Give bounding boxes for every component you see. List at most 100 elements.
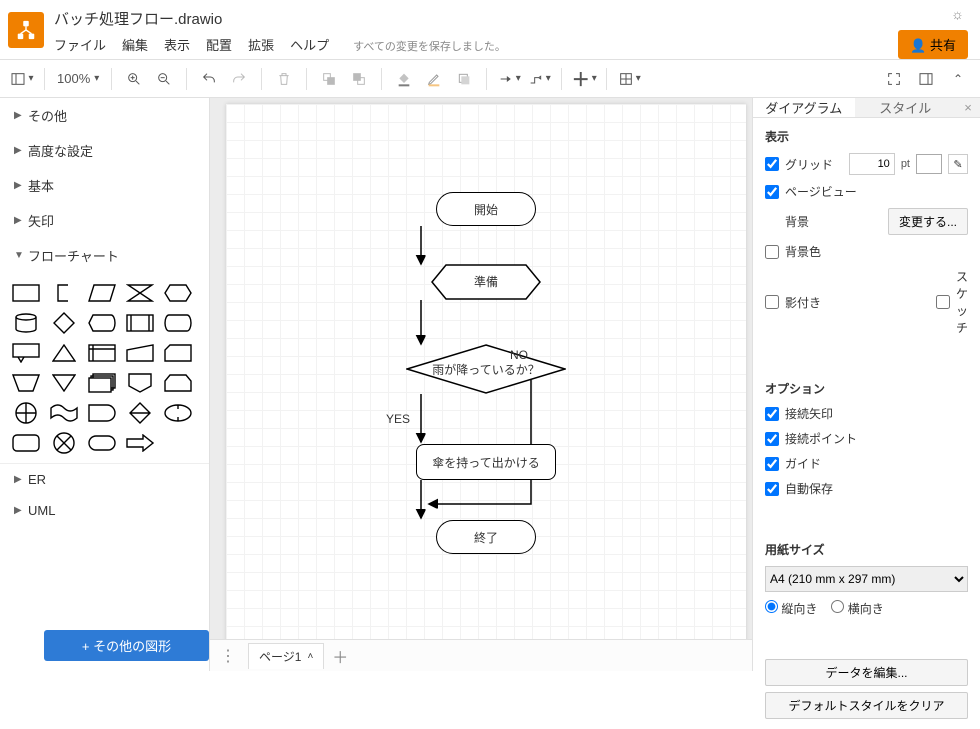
conn-points-checkbox[interactable]: [765, 432, 779, 446]
undo-button[interactable]: [195, 65, 223, 93]
fill-color-button[interactable]: [390, 65, 418, 93]
connection-button[interactable]: ▾: [495, 65, 523, 93]
shadow-button[interactable]: [450, 65, 478, 93]
shape-bracket[interactable]: [48, 281, 80, 305]
menu-help[interactable]: ヘルプ: [290, 35, 329, 54]
category-advanced[interactable]: ▶高度な設定: [0, 133, 209, 168]
collapse-button[interactable]: ⌃: [944, 65, 972, 93]
shape-triangle[interactable]: [48, 341, 80, 365]
node-start[interactable]: 開始: [436, 192, 536, 226]
tab-style[interactable]: スタイル: [855, 98, 957, 117]
zoom-in-button[interactable]: [120, 65, 148, 93]
menu-view[interactable]: 表示: [164, 35, 190, 54]
category-other[interactable]: ▶その他: [0, 98, 209, 133]
menu-edit[interactable]: 編集: [122, 35, 148, 54]
clear-style-button[interactable]: デフォルトスタイルをクリア: [765, 692, 968, 719]
grid-color-edit[interactable]: ✎: [948, 154, 968, 174]
to-front-button[interactable]: [315, 65, 343, 93]
orientation-landscape[interactable]: 横向き: [831, 600, 883, 617]
menu-extras[interactable]: 拡張: [248, 35, 274, 54]
node-process[interactable]: 傘を持って出かける: [416, 444, 556, 480]
shape-callout[interactable]: [10, 341, 42, 365]
grid-color-chip[interactable]: [916, 154, 942, 174]
pages-menu-button[interactable]: ⋮: [216, 646, 240, 666]
node-preparation[interactable]: 準備: [431, 264, 541, 298]
more-shapes-button[interactable]: + その他の図形: [44, 630, 209, 661]
shape-or[interactable]: [48, 431, 80, 455]
shape-subroutine[interactable]: [124, 311, 156, 335]
shape-arrow-right[interactable]: [124, 431, 156, 455]
shape-hourglass[interactable]: [124, 281, 156, 305]
table-button[interactable]: ▾: [615, 65, 643, 93]
category-uml[interactable]: ▶UML: [0, 495, 209, 526]
node-end[interactable]: 終了: [436, 520, 536, 554]
insert-button[interactable]: ＋▾: [570, 65, 598, 93]
toggle-sidebar-button[interactable]: ▾: [8, 65, 36, 93]
shape-triangle-down[interactable]: [48, 371, 80, 395]
shape-trapezoid-down[interactable]: [10, 371, 42, 395]
shape-manual-input[interactable]: [124, 341, 156, 365]
node-decision[interactable]: 雨が降っているか？: [406, 344, 566, 394]
share-button[interactable]: 👤 共有: [898, 30, 968, 59]
add-page-button[interactable]: ＋: [332, 644, 348, 668]
format-panel-toggle[interactable]: [912, 65, 940, 93]
grid-checkbox[interactable]: [765, 157, 779, 171]
shape-rounded-rect[interactable]: [10, 431, 42, 455]
shape-capsule[interactable]: [86, 431, 118, 455]
appearance-icon[interactable]: ☼: [951, 6, 964, 22]
menu-file[interactable]: ファイル: [54, 35, 106, 54]
grid-size-input[interactable]: [849, 153, 895, 175]
shadow-checkbox[interactable]: [765, 295, 779, 309]
delete-button[interactable]: [270, 65, 298, 93]
portrait-radio[interactable]: [765, 600, 778, 613]
shape-offpage[interactable]: [124, 371, 156, 395]
sketch-checkbox[interactable]: [936, 295, 950, 309]
conn-arrows-checkbox[interactable]: [765, 407, 779, 421]
edit-data-button[interactable]: データを編集...: [765, 659, 968, 686]
edge-label-no[interactable]: NO: [510, 348, 528, 362]
landscape-radio[interactable]: [831, 600, 844, 613]
edge-label-yes[interactable]: YES: [386, 412, 410, 426]
zoom-out-button[interactable]: [150, 65, 178, 93]
line-color-button[interactable]: [420, 65, 448, 93]
page[interactable]: 開始 準備 雨が降っているか？ YES NO 傘を持って出かける 終了: [226, 104, 746, 639]
category-flowchart[interactable]: ▼フローチャート: [0, 238, 209, 273]
page-view-checkbox[interactable]: [765, 185, 779, 199]
shape-delay[interactable]: [86, 401, 118, 425]
orientation-portrait[interactable]: 縦向き: [765, 600, 817, 617]
shape-diamond[interactable]: [48, 311, 80, 335]
category-er[interactable]: ▶ER: [0, 464, 209, 495]
page-tab-1[interactable]: ページ1˄: [248, 643, 324, 669]
shape-card[interactable]: [162, 341, 194, 365]
to-back-button[interactable]: [345, 65, 373, 93]
redo-button[interactable]: [225, 65, 253, 93]
waypoint-button[interactable]: ▾: [525, 65, 553, 93]
background-change-button[interactable]: 変更する...: [888, 208, 968, 235]
guides-checkbox[interactable]: [765, 457, 779, 471]
shape-multidoc[interactable]: [86, 371, 118, 395]
shape-hexagon-flat[interactable]: [162, 281, 194, 305]
shape-sort[interactable]: [124, 401, 156, 425]
menu-arrange[interactable]: 配置: [206, 35, 232, 54]
document-title[interactable]: バッチ処理フロー.drawio: [54, 8, 506, 29]
shape-rect[interactable]: [10, 281, 42, 305]
shape-display[interactable]: [86, 311, 118, 335]
tab-diagram[interactable]: ダイアグラム: [753, 98, 855, 117]
fullscreen-button[interactable]: [880, 65, 908, 93]
shape-tape[interactable]: [48, 401, 80, 425]
category-arrows[interactable]: ▶矢印: [0, 203, 209, 238]
bg-color-checkbox[interactable]: [765, 245, 779, 259]
shape-cylinder[interactable]: [10, 311, 42, 335]
shape-loop-limit[interactable]: [162, 371, 194, 395]
panel-close-button[interactable]: ×: [956, 98, 980, 117]
shape-storage[interactable]: [162, 311, 194, 335]
shape-summing[interactable]: [10, 401, 42, 425]
shape-merge-arrow[interactable]: [162, 401, 194, 425]
autosave-checkbox[interactable]: [765, 482, 779, 496]
paper-size-select[interactable]: A4 (210 mm x 297 mm): [765, 566, 968, 592]
zoom-dropdown[interactable]: 100% ▾: [53, 65, 103, 93]
shape-internal-storage[interactable]: [86, 341, 118, 365]
category-basic[interactable]: ▶基本: [0, 168, 209, 203]
shape-parallelogram[interactable]: [86, 281, 118, 305]
canvas[interactable]: 開始 準備 雨が降っているか？ YES NO 傘を持って出かける 終了: [210, 98, 752, 639]
